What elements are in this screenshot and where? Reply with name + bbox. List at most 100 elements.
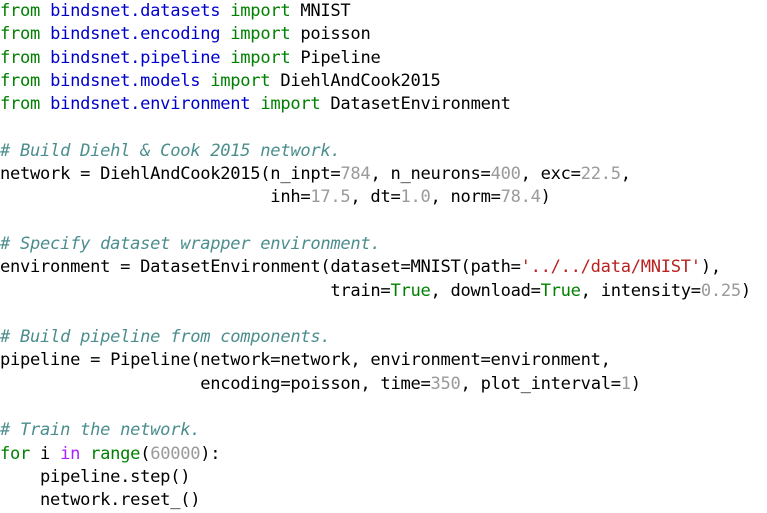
- code-line: pipeline = Pipeline(network=network, env…: [0, 349, 767, 372]
- token-comment: # Train the network.: [0, 420, 201, 441]
- code-line: from bindsnet.models import DiehlAndCook…: [0, 70, 767, 93]
- token-const: True: [390, 280, 431, 301]
- token-punct: ): [740, 280, 751, 301]
- code-line: pipeline.step(): [0, 466, 767, 489]
- token-name: MNIST: [300, 1, 351, 21]
- token-num: 78.4: [500, 187, 541, 208]
- token-num: 60000: [150, 443, 201, 464]
- token-num: 400: [490, 164, 521, 185]
- code-line: network = DiehlAndCook2015(n_inpt=784, n…: [0, 163, 767, 186]
- token-module: bindsnet.environment: [50, 94, 251, 115]
- code-line: inh=17.5, dt=1.0, norm=78.4): [0, 186, 767, 209]
- token-punct: [290, 48, 300, 68]
- token-punct: [270, 71, 280, 91]
- token-name: network.reset_(): [0, 490, 201, 511]
- token-module: bindsnet.encoding: [50, 24, 221, 45]
- token-punct: [200, 71, 210, 91]
- token-comment: # Specify dataset wrapper environment.: [0, 233, 381, 254]
- code-line: from bindsnet.environment import Dataset…: [0, 93, 767, 116]
- code-line: # Specify dataset wrapper environment.: [0, 233, 767, 256]
- token-punct: [220, 24, 230, 44]
- token-punct: ),: [700, 257, 721, 278]
- token-name: i: [30, 443, 61, 464]
- token-name: encoding=poisson, time=: [0, 373, 431, 394]
- code-line: encoding=poisson, time=350, plot_interva…: [0, 373, 767, 396]
- token-kw: from: [0, 70, 41, 91]
- token-comment: # Build Diehl & Cook 2015 network.: [0, 140, 341, 161]
- token-name: , intensity=: [580, 280, 701, 301]
- token-module: bindsnet.pipeline: [50, 47, 221, 68]
- token-num: 0.25: [700, 280, 741, 301]
- token-punct: [40, 71, 50, 91]
- token-name: DatasetEnvironment: [330, 94, 511, 115]
- token-name: inh=: [0, 187, 311, 208]
- token-kw: from: [0, 47, 41, 68]
- code-line: from bindsnet.pipeline import Pipeline: [0, 47, 767, 70]
- token-name: , plot_interval=: [460, 373, 621, 394]
- code-line: train=True, download=True, intensity=0.2…: [0, 280, 767, 303]
- code-line: # Build Diehl & Cook 2015 network.: [0, 140, 767, 163]
- code-body: from bindsnet.datasets import MNIST from …: [0, 0, 767, 513]
- code-line: for i in range(60000):: [0, 443, 767, 466]
- code-listing: from bindsnet.datasets import MNIST from …: [0, 0, 767, 510]
- code-line: # Build pipeline from components.: [0, 326, 767, 349]
- token-num: 22.5: [580, 164, 621, 185]
- token-num: 17.5: [310, 187, 351, 208]
- token-module: bindsnet.datasets: [50, 1, 221, 21]
- token-punct: (: [140, 443, 151, 464]
- token-punct: [250, 94, 260, 114]
- token-num: 1: [620, 373, 631, 394]
- token-punct: ,: [620, 164, 631, 185]
- token-name: pipeline = Pipeline(network=network, env…: [0, 350, 611, 371]
- token-punct: [220, 48, 230, 68]
- token-kw: import: [230, 24, 291, 45]
- token-punct: [40, 24, 50, 44]
- token-name: DiehlAndCook2015: [280, 70, 441, 91]
- code-line: # Train the network.: [0, 419, 767, 442]
- code-line: from bindsnet.datasets import MNIST: [0, 0, 767, 23]
- token-name: network = DiehlAndCook2015(n_inpt=: [0, 164, 341, 185]
- token-kw: import: [260, 94, 321, 115]
- token-name: train=: [0, 280, 391, 301]
- token-name: Pipeline: [300, 47, 381, 68]
- token-punct: ):: [200, 443, 221, 464]
- token-punct: [80, 444, 90, 464]
- token-punct: ): [630, 373, 641, 394]
- token-punct: [290, 24, 300, 44]
- token-name: , n_neurons=: [370, 164, 491, 185]
- token-punct: ): [540, 187, 551, 208]
- token-punct: [290, 1, 300, 21]
- token-punct: [220, 1, 230, 21]
- token-kw: from: [0, 1, 41, 21]
- token-name: , dt=: [350, 187, 401, 208]
- token-kw: from: [0, 24, 41, 45]
- token-kw: import: [210, 70, 271, 91]
- token-name: pipeline.step(): [0, 466, 191, 487]
- token-const: True: [540, 280, 581, 301]
- code-line: from bindsnet.encoding import poisson: [0, 23, 767, 46]
- token-punct: [40, 48, 50, 68]
- token-module: bindsnet.models: [50, 70, 201, 91]
- token-name: , exc=: [520, 164, 581, 185]
- token-num: 1.0: [400, 187, 431, 208]
- token-kw-ns: in: [60, 443, 81, 464]
- code-line: environment = DatasetEnvironment(dataset…: [0, 256, 767, 279]
- token-comment: # Build pipeline from components.: [0, 327, 331, 348]
- token-name: poisson: [300, 24, 371, 45]
- token-name: , download=: [430, 280, 541, 301]
- token-punct: [320, 94, 330, 114]
- token-kw: import: [230, 47, 291, 68]
- token-num: 350: [430, 373, 461, 394]
- token-str: '../../data/MNIST': [520, 257, 701, 278]
- token-num: 784: [340, 164, 371, 185]
- token-builtin: range: [90, 443, 141, 464]
- token-kw: import: [230, 1, 291, 21]
- code-line: network.reset_(): [0, 489, 767, 512]
- token-name: , norm=: [430, 187, 501, 208]
- token-kw: for: [0, 443, 31, 464]
- token-punct: [40, 94, 50, 114]
